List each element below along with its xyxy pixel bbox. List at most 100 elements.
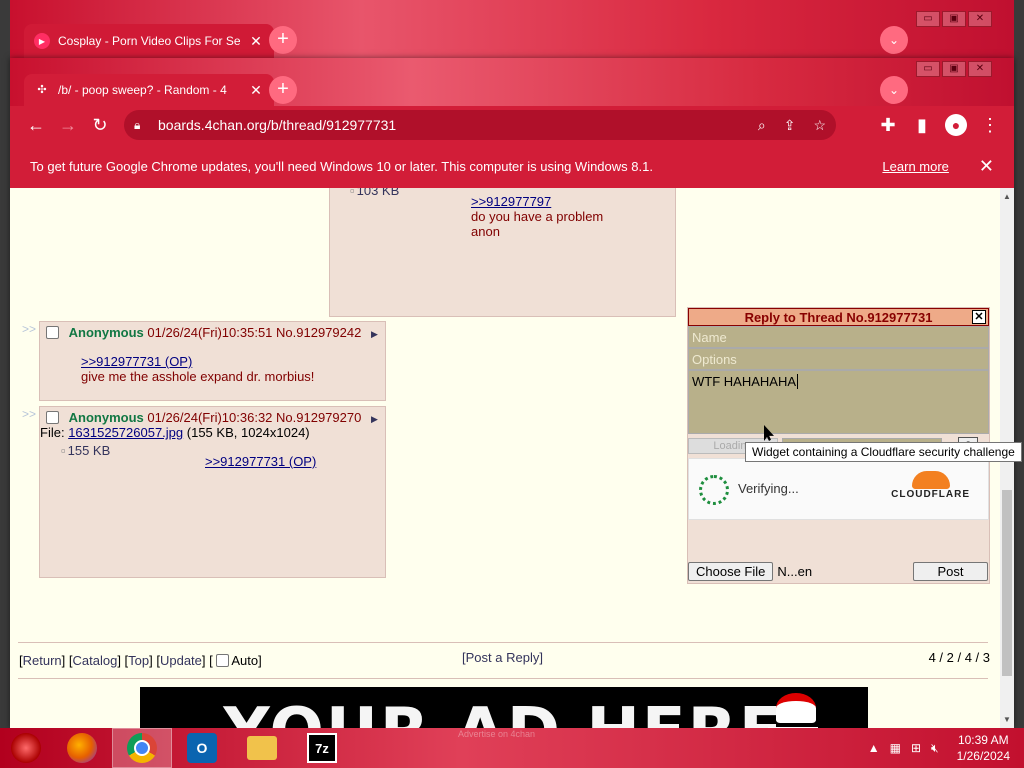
reload-icon[interactable]: ↻ bbox=[84, 109, 116, 141]
thumbnail-image[interactable]: 103 KB bbox=[350, 188, 400, 198]
quote-link[interactable]: >>912977797 bbox=[471, 194, 551, 209]
file-status-text: N...en bbox=[777, 564, 813, 579]
close-icon[interactable]: ✕ bbox=[979, 156, 994, 177]
taskbar-firefox[interactable] bbox=[52, 728, 112, 768]
cloudflare-wordmark: CLOUDFLARE bbox=[891, 489, 970, 500]
close-icon[interactable]: ✕ bbox=[972, 310, 986, 324]
cloudflare-challenge-widget[interactable]: Verifying... CLOUDFLARE bbox=[688, 458, 989, 520]
tab-cosplay[interactable]: ▶ Cosplay - Porn Video Clips For Se ✕ bbox=[24, 24, 274, 58]
maximize-button[interactable]: ▣ bbox=[942, 61, 966, 77]
play-icon: ▶ bbox=[34, 33, 50, 49]
comment-textarea[interactable]: WTF HAHAHAHA bbox=[688, 370, 989, 434]
divider bbox=[18, 678, 988, 679]
verifying-text: Verifying... bbox=[738, 481, 799, 496]
taskbar-7zip[interactable]: 7z bbox=[292, 728, 352, 768]
poster-name: Anonymous bbox=[68, 410, 144, 425]
close-tab-icon[interactable]: ✕ bbox=[248, 82, 264, 99]
choose-file-button[interactable]: Choose File bbox=[688, 562, 774, 581]
thread-nav-links: [Return] [Catalog] [Top] [Update] [ Auto… bbox=[19, 653, 262, 668]
scroll-up-arrow-icon[interactable]: ▲ bbox=[1003, 192, 1011, 201]
quote-link[interactable]: >>912977731 (OP) bbox=[205, 454, 316, 469]
minimize-button[interactable]: ▭ bbox=[916, 11, 940, 27]
post-checkbox[interactable] bbox=[46, 411, 59, 424]
taskbar-file-explorer[interactable] bbox=[232, 728, 292, 768]
minimize-button[interactable]: ▭ bbox=[916, 61, 940, 77]
tab-search-button[interactable]: ⌄ bbox=[880, 76, 908, 104]
network-icon[interactable]: ⊞ bbox=[911, 741, 921, 755]
side-arrows: >> bbox=[22, 322, 37, 336]
post-menu-arrow-icon[interactable]: ▶ bbox=[371, 414, 378, 424]
quick-reply-title[interactable]: Reply to Thread No.912977731 ✕ bbox=[688, 308, 989, 326]
post-menu-arrow-icon[interactable]: ▶ bbox=[371, 329, 378, 339]
update-link[interactable]: Update bbox=[160, 653, 202, 668]
file-link[interactable]: 1631525726057.jpg bbox=[68, 425, 183, 440]
file-info: File: 1631525726057.jpg (155 KB, 1024x10… bbox=[40, 425, 310, 440]
tab-strip: ✣ /b/ - poop sweep? - Random - 4 ✕ + ⌄ ▭… bbox=[10, 58, 1014, 106]
side-arrows: >> bbox=[22, 407, 37, 421]
thumbnail-image[interactable]: 155 KB bbox=[61, 443, 111, 458]
back-arrow-icon[interactable]: ← bbox=[20, 109, 52, 141]
catalog-link[interactable]: Catalog bbox=[73, 653, 118, 668]
options-field[interactable]: Options bbox=[688, 348, 989, 370]
volume-muted-icon[interactable]: 🔇︎ bbox=[931, 741, 939, 756]
tab-title: /b/ - poop sweep? - Random - 4 bbox=[58, 83, 227, 97]
name-field[interactable]: Name bbox=[688, 326, 989, 348]
system-tray: ▲ ▦ ⊞ 🔇︎ 10:39 AM 1/26/2024 bbox=[868, 732, 1024, 764]
taskbar-chrome[interactable] bbox=[112, 728, 172, 768]
thread-stats: 4 / 2 / 4 / 3 bbox=[928, 650, 990, 665]
post-a-reply-link[interactable]: [Post a Reply] bbox=[462, 650, 543, 665]
post-text: do you have a problem bbox=[471, 209, 604, 224]
taskbar-outlook[interactable]: O bbox=[172, 728, 232, 768]
file-row: Choose File N...en Post bbox=[688, 562, 989, 581]
post-button[interactable]: Post bbox=[913, 562, 988, 581]
ad-banner[interactable]: YOUR AD HERE bbox=[140, 687, 868, 728]
post-a-reply-text: Post a Reply bbox=[465, 650, 540, 665]
post-datetime: 01/26/24(Fri)10:36:32 bbox=[147, 410, 273, 425]
lock-icon[interactable]: 🔒︎ bbox=[134, 118, 154, 133]
learn-more-link[interactable]: Learn more bbox=[882, 159, 948, 174]
extensions-puzzle-icon[interactable]: ✚ bbox=[872, 109, 904, 141]
side-panel-icon[interactable]: ▮ bbox=[906, 109, 938, 141]
ad-footer-text: Advertise on 4chan bbox=[458, 729, 536, 739]
background-browser-window: ▶ Cosplay - Porn Video Clips For Se ✕ + … bbox=[10, 0, 1014, 60]
close-window-button[interactable]: ✕ bbox=[968, 61, 992, 77]
update-infobar: To get future Google Chrome updates, you… bbox=[10, 144, 1014, 188]
return-link[interactable]: Return bbox=[23, 653, 62, 668]
tab-4chan-thread[interactable]: ✣ /b/ - poop sweep? - Random - 4 ✕ bbox=[24, 74, 274, 106]
new-tab-button[interactable]: + bbox=[269, 76, 297, 104]
menu-kebab-icon[interactable]: ⋮ bbox=[974, 109, 1006, 141]
divider bbox=[18, 642, 988, 643]
new-tab-button[interactable]: + bbox=[269, 26, 297, 54]
forward-arrow-icon[interactable]: → bbox=[52, 109, 84, 141]
close-tab-icon[interactable]: ✕ bbox=[248, 33, 264, 50]
window-controls: ▭ ▣ ✕ bbox=[916, 61, 992, 77]
show-hidden-icons-icon[interactable]: ▲ bbox=[868, 741, 880, 755]
start-orb-icon bbox=[11, 733, 41, 763]
auto-update-checkbox[interactable] bbox=[216, 654, 230, 667]
cloudflare-tooltip: Widget containing a Cloudflare security … bbox=[745, 442, 1022, 462]
close-window-button[interactable]: ✕ bbox=[968, 11, 992, 27]
share-icon[interactable]: ⇪ bbox=[784, 117, 796, 134]
action-center-icon[interactable]: ▦ bbox=[890, 741, 901, 755]
file-details: (155 KB, 1024x1024) bbox=[186, 425, 310, 440]
maximize-button[interactable]: ▣ bbox=[942, 11, 966, 27]
start-button[interactable] bbox=[0, 728, 52, 768]
tab-search-button[interactable]: ⌄ bbox=[880, 26, 908, 54]
bookmark-star-icon[interactable]: ☆ bbox=[813, 117, 826, 134]
cloudflare-logo: CLOUDFLARE bbox=[891, 471, 970, 500]
top-link[interactable]: Top bbox=[128, 653, 149, 668]
scroll-down-arrow-icon[interactable]: ▼ bbox=[1003, 715, 1011, 724]
reply-post: Anonymous 01/26/24(Fri)10:35:51 No.91297… bbox=[39, 321, 386, 401]
profile-avatar-icon[interactable]: ● bbox=[945, 114, 967, 136]
reply-post-fragment: 103 KB >>912977797 do you have a problem… bbox=[329, 188, 676, 317]
post-number[interactable]: No.912979270 bbox=[276, 410, 361, 425]
url-text[interactable]: boards.4chan.org/b/thread/912977731 bbox=[154, 117, 758, 133]
scroll-thumb[interactable] bbox=[1002, 490, 1012, 676]
post-datetime: 01/26/24(Fri)10:35:51 bbox=[147, 325, 273, 340]
clock[interactable]: 10:39 AM 1/26/2024 bbox=[957, 732, 1010, 764]
post-number[interactable]: No.912979242 bbox=[276, 325, 361, 340]
search-icon[interactable]: ⌕ bbox=[758, 117, 766, 134]
quote-link[interactable]: >>912977731 (OP) bbox=[81, 354, 192, 369]
post-checkbox[interactable] bbox=[46, 326, 59, 339]
address-bar[interactable]: 🔒︎ boards.4chan.org/b/thread/912977731 ⌕… bbox=[124, 110, 836, 140]
